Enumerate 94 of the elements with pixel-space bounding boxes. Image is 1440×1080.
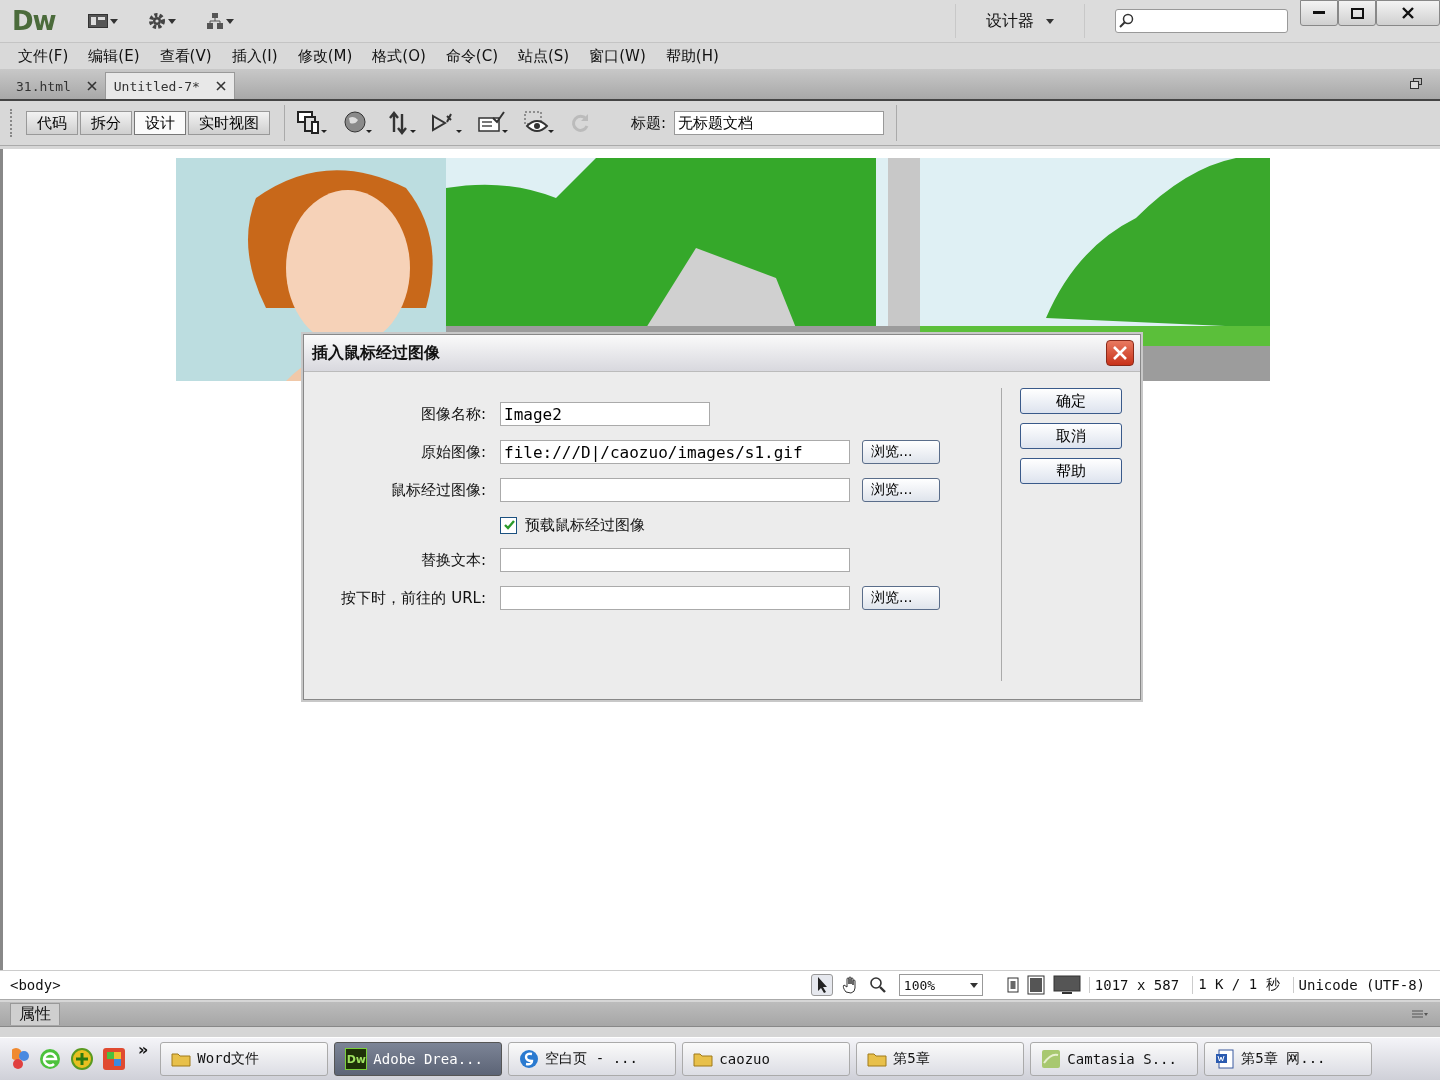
folder-icon — [693, 1051, 714, 1067]
search-field[interactable] — [1115, 9, 1288, 33]
tiles-icon[interactable] — [102, 1047, 126, 1071]
maximize-icon — [1350, 7, 1364, 19]
minimize-button[interactable] — [1300, 0, 1338, 26]
properties-tab[interactable]: 属性 — [10, 1003, 60, 1025]
field-label: 图像名称: — [419, 404, 487, 424]
dropdown-arrow-icon — [969, 982, 978, 988]
caret-icon — [1046, 18, 1054, 24]
dialog-title: 插入鼠标经过图像 — [312, 342, 440, 364]
text-field[interactable]: file:///D|/caozuo/images/s1.gif — [500, 440, 850, 464]
menu-item[interactable]: 插入(I) — [223, 46, 290, 66]
sync-arrows-icon[interactable] — [387, 110, 417, 136]
title-field[interactable]: 无标题文档 — [674, 111, 885, 135]
desktop-size-icon[interactable] — [1052, 975, 1081, 995]
menu-item[interactable]: 格式(O) — [364, 46, 438, 66]
minimize-icon — [1313, 11, 1325, 15]
close-button[interactable] — [1106, 340, 1134, 366]
view-button[interactable]: 实时视图 — [188, 111, 270, 135]
workspace-switcher[interactable]: 设计器 — [986, 10, 1034, 32]
taskbar-button[interactable]: 第5章 — [856, 1042, 1025, 1076]
more-chevron[interactable]: » — [138, 1038, 149, 1059]
app-logo: Dw — [12, 6, 56, 36]
globe-icon[interactable] — [343, 110, 373, 136]
text-field[interactable] — [500, 586, 850, 610]
window-size[interactable]: 1017 x 587 — [1088, 977, 1185, 993]
menu-item[interactable]: 帮助(H) — [657, 46, 731, 66]
taskbar-button[interactable]: 空白页 - ... — [508, 1042, 677, 1076]
eye-icon[interactable] — [523, 110, 555, 136]
field-label: 按下时，前往的 URL: — [340, 588, 487, 608]
layout-icon[interactable] — [87, 14, 118, 28]
tablet-size-icon[interactable] — [1026, 975, 1045, 995]
document-tab[interactable]: Untitled-7* — [104, 72, 235, 99]
menu-item[interactable]: 查看(V) — [151, 46, 224, 66]
folder-icon — [171, 1051, 192, 1067]
phone-size-icon[interactable] — [1006, 977, 1019, 993]
encoding-label: Unicode (UTF-8) — [1292, 977, 1430, 993]
text-field[interactable]: Image2 — [500, 402, 710, 426]
close-button[interactable] — [1376, 0, 1440, 26]
view-button[interactable]: 代码 — [26, 111, 78, 135]
checkbox-label: 预载鼠标经过图像 — [525, 515, 645, 535]
maximize-button[interactable] — [1338, 0, 1376, 26]
recorder-icon — [1041, 1049, 1062, 1069]
tag-selector[interactable]: <body> — [10, 977, 61, 993]
caret-icon — [109, 18, 118, 24]
view-button[interactable]: 设计 — [134, 111, 186, 135]
menu-item[interactable]: 修改(M) — [289, 46, 365, 66]
menu-item[interactable]: 窗口(W) — [581, 46, 658, 66]
menu-item[interactable]: 文件(F) — [10, 46, 81, 66]
browse-button[interactable]: 浏览... — [862, 440, 940, 464]
gear-icon[interactable] — [147, 12, 176, 30]
caret-icon — [225, 18, 234, 24]
app-icon: Dw — [345, 1048, 368, 1070]
panel-menu-icon[interactable] — [1412, 1010, 1428, 1018]
folder-icon — [867, 1051, 888, 1067]
dialog-button[interactable]: 帮助 — [1020, 458, 1122, 484]
field-label: 替换文本: — [419, 550, 487, 570]
zoom-icon[interactable] — [868, 976, 887, 994]
document-icon — [1215, 1049, 1236, 1069]
caret-icon — [167, 18, 176, 24]
search-icon — [1119, 13, 1135, 29]
document-tab[interactable]: 31.html — [8, 73, 105, 99]
close-icon — [1112, 345, 1128, 361]
download-size: 1 K / 1 秒 — [1192, 976, 1285, 994]
field-label: 鼠标经过图像: — [389, 480, 487, 500]
browse-button[interactable]: 浏览... — [862, 586, 940, 610]
taskbar-button[interactable]: Word文件 — [160, 1042, 329, 1076]
menu-item[interactable]: 命令(C) — [437, 46, 510, 66]
title-label: 标题: — [631, 113, 667, 133]
text-field[interactable] — [500, 548, 850, 572]
start-icon[interactable] — [12, 1046, 30, 1072]
taskbar-button[interactable]: caozuo — [682, 1042, 851, 1076]
multiscreen-icon[interactable] — [297, 110, 329, 136]
taskbar-button[interactable]: Dw Adobe Drea... — [334, 1042, 503, 1076]
browser-icon — [519, 1049, 540, 1069]
menu-item[interactable]: 站点(S) — [510, 46, 582, 66]
text-field[interactable] — [500, 478, 850, 502]
checklist-icon[interactable] — [477, 110, 509, 136]
checkbox[interactable] — [500, 516, 517, 534]
zoom-select[interactable]: 100% — [898, 974, 983, 996]
dialog-button[interactable]: 确定 — [1020, 388, 1122, 414]
close-icon[interactable] — [215, 81, 226, 91]
close-icon — [1402, 7, 1414, 19]
field-label: 原始图像: — [419, 442, 487, 462]
taskbar-button[interactable]: 第5章 网... — [1204, 1042, 1373, 1076]
restore-icon[interactable] — [1410, 78, 1422, 89]
sitemap-icon[interactable] — [205, 12, 234, 30]
browse-button[interactable]: 浏览... — [862, 478, 940, 502]
plus-icon[interactable] — [70, 1047, 94, 1071]
dialog-button[interactable]: 取消 — [1020, 423, 1122, 449]
taskbar-button[interactable]: Camtasia S... — [1030, 1042, 1199, 1076]
close-icon[interactable] — [86, 81, 97, 91]
menu-item[interactable]: 编辑(E) — [80, 46, 152, 66]
view-button[interactable]: 拆分 — [80, 111, 132, 135]
